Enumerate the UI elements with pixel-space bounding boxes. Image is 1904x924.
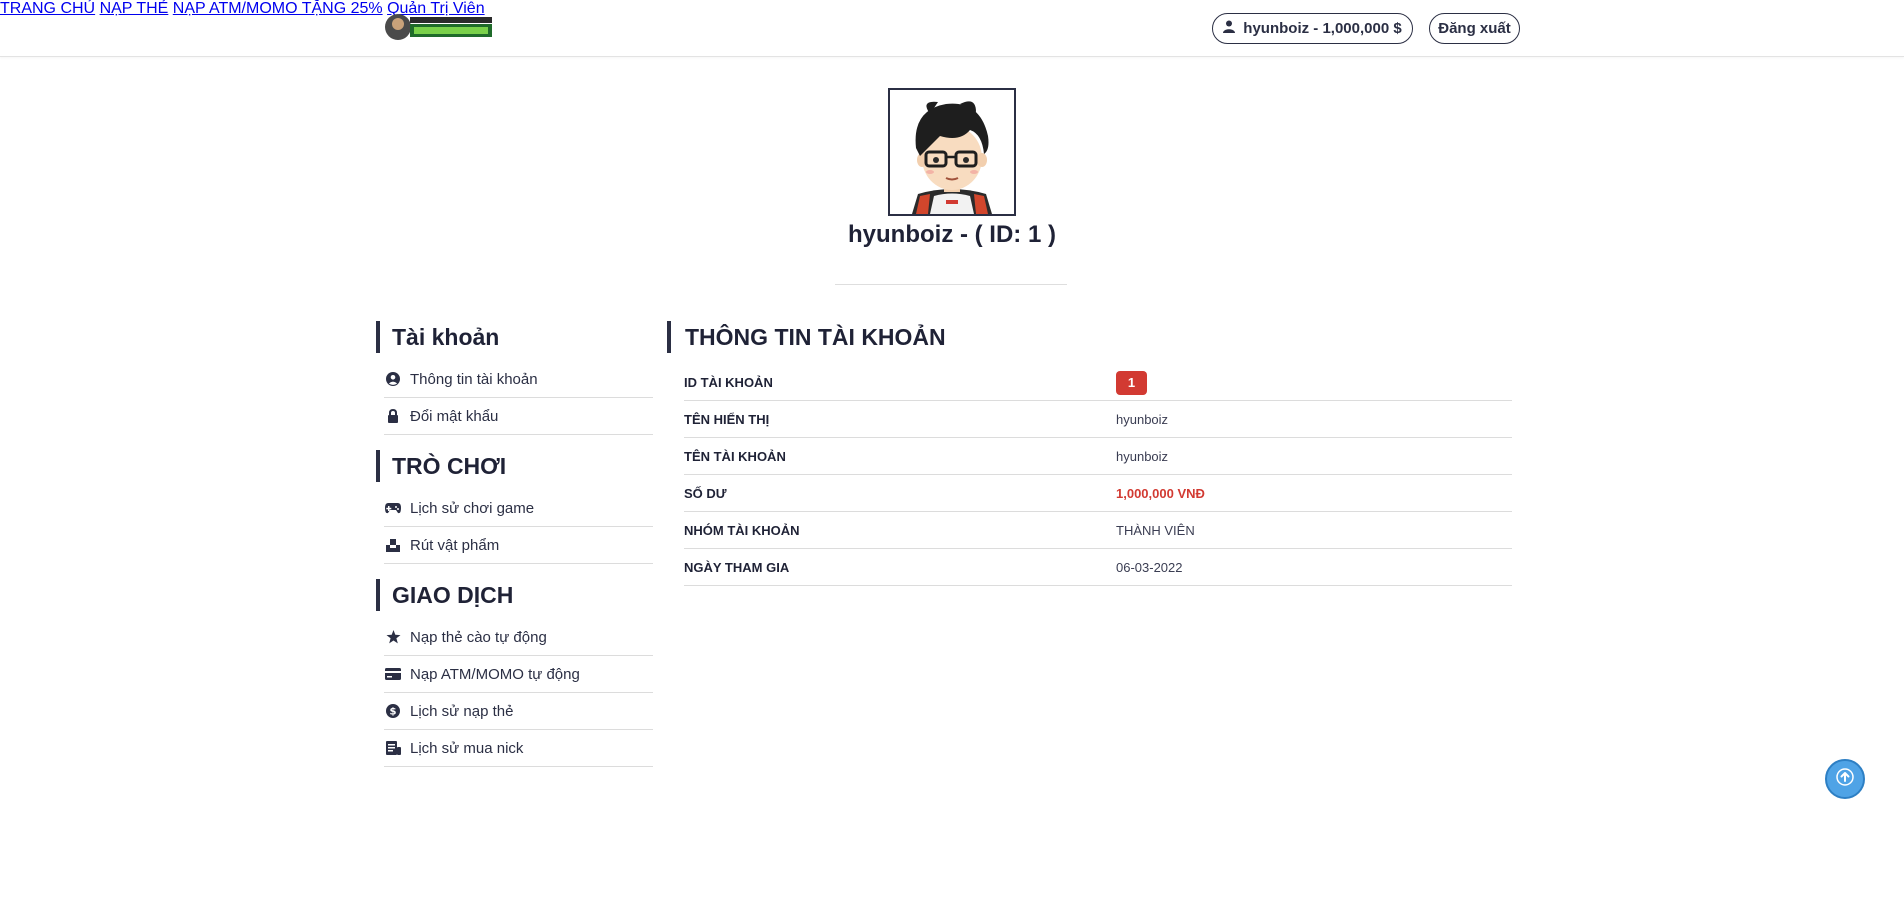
gamepad-icon [385, 500, 401, 516]
sidebar-item-label: Nạp thẻ cào tự động [410, 628, 547, 646]
info-value: hyunboiz [1116, 412, 1169, 427]
info-label: NGÀY THAM GIA [684, 560, 790, 575]
balance-value: 1,000,000 VNĐ [1116, 486, 1205, 501]
profile-divider [835, 284, 1067, 285]
info-row-account-group: NHÓM TÀI KHOẢN THÀNH VIÊN [684, 512, 1512, 549]
info-row-account-id: ID TÀI KHOẢN 1 [684, 364, 1512, 401]
sidebar-item-change-password[interactable]: Đổi mật khẩu [384, 398, 653, 435]
info-value: 06-03-2022 [1116, 560, 1183, 575]
sidebar-item-label: Rút vật phẩm [410, 536, 500, 554]
info-row-join-date: NGÀY THAM GIA 06-03-2022 [684, 549, 1512, 586]
sidebar-item-withdraw-items[interactable]: Rút vật phẩm [384, 527, 653, 564]
profile-title: hyunboiz - ( ID: 1 ) [848, 221, 1056, 248]
nav-topup-atm-momo-link[interactable]: NẠP ATM/MOMO TẶNG 25% [173, 0, 383, 17]
user-balance-label: hyunboiz - 1,000,000 $ [1243, 20, 1402, 37]
sidebar-section-games-title: TRÒ CHƠI [376, 450, 506, 482]
arrow-up-icon [1836, 767, 1854, 791]
nav-home-link[interactable]: TRANG CHỦ [0, 0, 95, 17]
account-id-badge: 1 [1116, 371, 1147, 395]
sidebar-item-label: Thông tin tài khoản [410, 370, 538, 388]
logout-label: Đăng xuất [1438, 20, 1511, 37]
credit-card-icon [385, 666, 401, 682]
sidebar-section-transactions-title: GIAO DỊCH [376, 579, 513, 611]
info-label: TÊN HIỂN THỊ [684, 412, 770, 427]
info-label: SỐ DƯ [684, 486, 727, 501]
info-row-username: TÊN TÀI KHOẢN hyunboiz [684, 438, 1512, 475]
info-value: THÀNH VIÊN [1116, 523, 1195, 538]
svg-text:$: $ [390, 707, 397, 718]
receipt-icon [385, 740, 401, 756]
user-icon [1223, 20, 1236, 37]
sidebar-item-label: Lịch sử chơi game [410, 499, 535, 517]
sidebar-item-account-info[interactable]: Thông tin tài khoản [384, 361, 653, 398]
sidebar-item-card-history[interactable]: $ Lịch sử nạp thẻ [384, 693, 653, 730]
dollar-circle-icon: $ [385, 703, 401, 719]
nav-topup-card-link[interactable]: NẠP THẺ [100, 0, 169, 17]
lock-icon [385, 408, 401, 424]
logout-button[interactable]: Đăng xuất [1429, 13, 1520, 44]
sidebar-section-account-title: Tài khoản [376, 321, 499, 353]
info-value: hyunboiz [1116, 449, 1169, 464]
sidebar-item-atm-momo-topup[interactable]: Nạp ATM/MOMO tự động [384, 656, 653, 693]
scroll-to-top-button[interactable] [1825, 759, 1865, 799]
user-balance-button[interactable]: hyunboiz - 1,000,000 $ [1212, 13, 1413, 44]
sidebar-item-label: Nạp ATM/MOMO tự động [410, 665, 580, 683]
info-row-balance: SỐ DƯ 1,000,000 VNĐ [684, 475, 1512, 512]
info-row-display-name: TÊN HIỂN THỊ hyunboiz [684, 401, 1512, 438]
site-logo[interactable] [384, 11, 494, 43]
avatar [888, 88, 1016, 216]
info-label: NHÓM TÀI KHOẢN [684, 523, 800, 538]
sidebar-item-label: Lịch sử nạp thẻ [410, 702, 514, 720]
info-label: ID TÀI KHOẢN [684, 375, 773, 390]
top-navbar: TRANG CHỦ NẠP THẺ NẠP ATM/MOMO TẶNG 25% … [0, 0, 1904, 57]
sidebar-item-card-topup[interactable]: Nạp thẻ cào tự động [384, 619, 653, 656]
account-info-title: THÔNG TIN TÀI KHOẢN [667, 321, 946, 353]
sidebar-item-purchase-history[interactable]: Lịch sử mua nick [384, 730, 653, 767]
info-label: TÊN TÀI KHOẢN [684, 449, 786, 464]
inbox-icon [385, 537, 401, 553]
sidebar-item-label: Lịch sử mua nick [410, 739, 524, 757]
user-circle-icon [385, 371, 401, 387]
sidebar-item-game-history[interactable]: Lịch sử chơi game [384, 490, 653, 527]
star-icon [385, 629, 401, 645]
sidebar-item-label: Đổi mật khẩu [410, 407, 499, 425]
